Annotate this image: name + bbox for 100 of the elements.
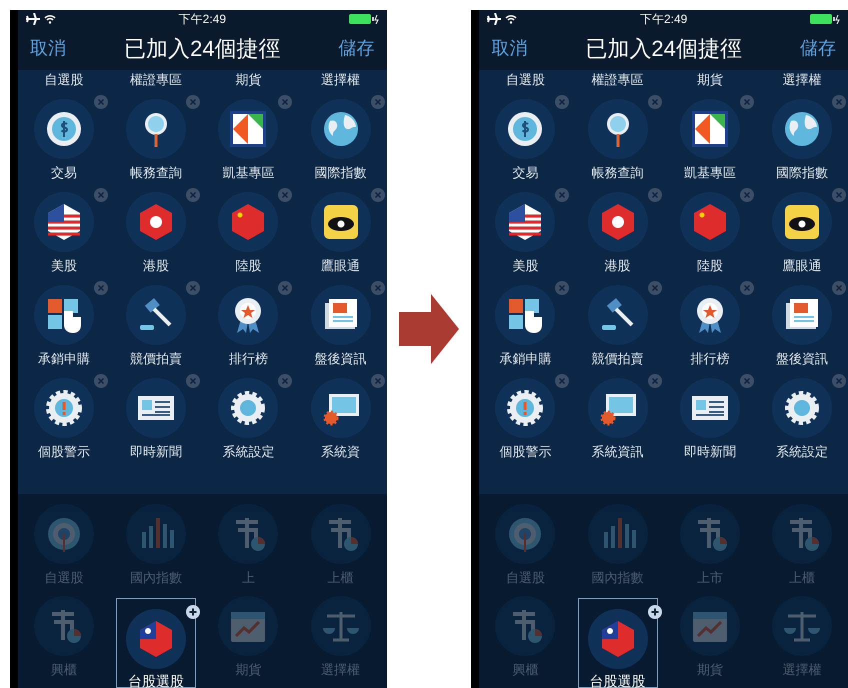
shortcut-label: 自選股	[44, 70, 84, 88]
shortcut-label: 國內指數	[130, 569, 182, 587]
remove-icon[interactable]	[278, 374, 292, 388]
remove-icon[interactable]	[370, 188, 385, 202]
remove-icon[interactable]	[832, 188, 846, 202]
remove-icon[interactable]	[186, 188, 200, 202]
remove-icon[interactable]	[648, 188, 662, 202]
status-time: 下午2:49	[178, 11, 226, 28]
remove-icon[interactable]	[740, 95, 754, 109]
remove-icon[interactable]	[94, 188, 108, 202]
remove-icon[interactable]	[740, 188, 754, 202]
shortcut-label: 國際指數	[314, 164, 367, 182]
remove-icon[interactable]	[648, 374, 662, 388]
shortcut-label: 鷹眼通	[782, 257, 822, 275]
shortcut-label: 盤後資訊	[314, 350, 367, 368]
shortcut-label: 上櫃	[788, 569, 815, 587]
logo-icon	[690, 109, 730, 149]
status-time: 下午2:49	[640, 11, 688, 28]
remove-icon[interactable]	[832, 374, 846, 388]
shortcut-label: 選擇權	[321, 70, 360, 88]
shortcut-label: 交易	[51, 164, 78, 182]
shortcut-label: 美股	[512, 257, 538, 275]
remove-icon[interactable]	[832, 281, 846, 295]
shortcut-label: 期貨	[696, 661, 723, 679]
wifi-icon	[505, 14, 518, 24]
shortcut-label: 凱基專區	[222, 164, 274, 182]
remove-icon[interactable]	[278, 188, 292, 202]
shortcut-label: 系統設定	[222, 443, 274, 461]
shortcut-label: 上	[242, 569, 255, 587]
shortcut-label: 即時新聞	[130, 443, 182, 461]
save-button[interactable]: 儲存	[338, 35, 375, 62]
shortcut-label: 期貨	[696, 70, 723, 88]
remove-icon[interactable]	[94, 95, 108, 109]
shortcut-label: 台股選股	[128, 672, 184, 688]
remove-icon[interactable]	[555, 374, 570, 388]
remove-icon[interactable]	[186, 95, 200, 109]
remove-icon[interactable]	[278, 95, 292, 109]
shortcut-label: 陸股	[235, 257, 262, 275]
remove-icon[interactable]	[648, 95, 662, 109]
remove-icon[interactable]	[94, 374, 108, 388]
shortcut-label: 興櫃	[512, 661, 538, 679]
add-icon[interactable]	[648, 605, 662, 619]
remove-icon[interactable]	[555, 281, 570, 295]
shortcut-label: 選擇權	[782, 661, 822, 679]
shortcut-label: 交易	[512, 164, 538, 182]
shortcut-label: 選擇權	[782, 70, 822, 88]
shortcut-label: 選擇權	[321, 661, 360, 679]
remove-icon[interactable]	[648, 281, 662, 295]
gear-alert-icon	[44, 388, 84, 428]
battery-icon	[810, 14, 840, 24]
shortcut-label: 承銷申購	[38, 350, 90, 368]
remove-icon[interactable]	[370, 374, 385, 388]
shortcut-label: 國際指數	[776, 164, 828, 182]
remove-icon[interactable]	[370, 281, 385, 295]
shortcut-label: 個股警示	[38, 443, 90, 461]
wifi-icon	[44, 14, 56, 24]
shortcut-label: 鷹眼通	[321, 257, 360, 275]
shortcut-label: 陸股	[696, 257, 723, 275]
remove-icon[interactable]	[555, 188, 570, 202]
screen-title: 已加入24個捷徑	[124, 35, 281, 64]
shortcut-label: 國內指數	[592, 569, 644, 587]
shortcut-label: 上市	[696, 569, 723, 587]
cancel-button[interactable]: 取消	[30, 35, 66, 62]
shortcut-label: 期貨	[235, 70, 262, 88]
remove-icon[interactable]	[186, 281, 200, 295]
remove-icon[interactable]	[740, 281, 754, 295]
shortcut-label: 系統資	[321, 443, 360, 461]
shortcut-label: 自選股	[44, 569, 84, 587]
shortcut-label: 凱基專區	[684, 164, 736, 182]
remove-icon[interactable]	[94, 281, 108, 295]
shortcut-label: 即時新聞	[684, 443, 736, 461]
shortcut-label: 港股	[143, 257, 170, 275]
battery-icon	[348, 14, 379, 24]
shortcut-label: 期貨	[235, 661, 262, 679]
shortcut-label: 承銷申購	[499, 350, 552, 368]
gear-alert-icon	[505, 388, 546, 428]
shortcut-label: 盤後資訊	[776, 350, 828, 368]
next-arrow-icon	[399, 294, 459, 364]
shortcut-label: 競價拍賣	[592, 350, 644, 368]
cancel-button[interactable]: 取消	[491, 35, 528, 62]
save-button[interactable]: 儲存	[800, 35, 836, 62]
screen-title: 已加入24個捷徑	[585, 35, 742, 64]
shortcut-label: 權證專區	[592, 70, 644, 88]
remove-icon[interactable]	[186, 374, 200, 388]
shortcut-label: 排行榜	[228, 350, 268, 368]
shortcut-label: 台股選股	[590, 672, 646, 688]
remove-icon[interactable]	[370, 95, 385, 109]
shortcut-label: 個股警示	[499, 443, 552, 461]
remove-icon[interactable]	[740, 374, 754, 388]
remove-icon[interactable]	[555, 95, 570, 109]
remove-icon[interactable]	[832, 95, 846, 109]
shortcut-label: 自選股	[506, 70, 545, 88]
shortcut-label: 權證專區	[130, 70, 182, 88]
shortcut-label: 帳務查詢	[592, 164, 644, 182]
shortcut-label: 自選股	[506, 569, 545, 587]
add-icon[interactable]	[186, 605, 200, 619]
shortcut-label: 排行榜	[690, 350, 730, 368]
remove-icon[interactable]	[278, 281, 292, 295]
shortcut-label: 帳務查詢	[130, 164, 182, 182]
shortcut-label: 系統資訊	[592, 443, 644, 461]
